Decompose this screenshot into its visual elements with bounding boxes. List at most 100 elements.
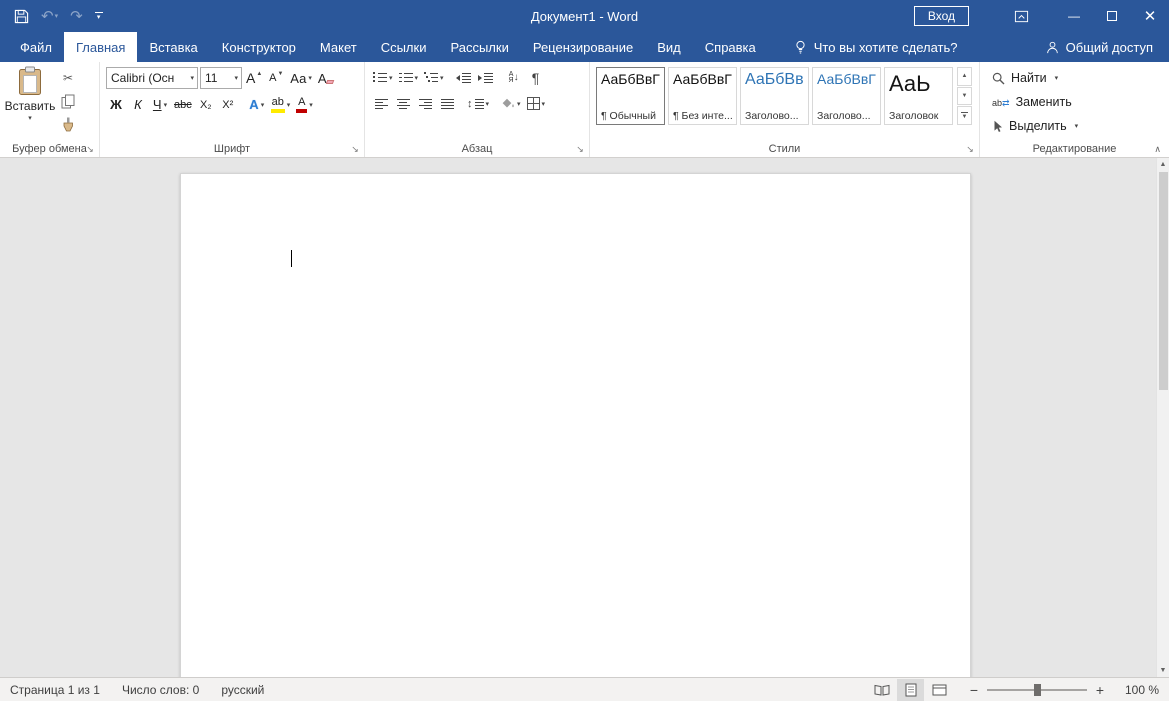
- justify-button[interactable]: [437, 93, 457, 114]
- font-name-input[interactable]: [111, 71, 188, 85]
- clipboard-dialog-launcher[interactable]: ↘: [84, 143, 96, 155]
- highlight-color-bar: [271, 109, 285, 113]
- zoom-slider-thumb[interactable]: [1034, 684, 1041, 696]
- superscript-button[interactable]: Х²: [218, 94, 238, 115]
- styles-group-label: Стили: [590, 143, 979, 155]
- select-button[interactable]: Выделить ▾: [992, 116, 1167, 136]
- read-mode-button[interactable]: [868, 679, 895, 701]
- style-normal[interactable]: АаБбВвГг, ¶ Обычный: [596, 67, 665, 125]
- italic-button[interactable]: К: [128, 94, 148, 115]
- zoom-out-button[interactable]: −: [965, 680, 983, 700]
- styles-scroll-down-button[interactable]: ▼: [957, 87, 972, 106]
- print-layout-button[interactable]: [897, 679, 924, 701]
- tab-mailings[interactable]: Рассылки: [438, 32, 520, 62]
- tab-file[interactable]: Файл: [8, 32, 64, 62]
- tell-me-box[interactable]: Что вы хотите сделать?: [782, 32, 970, 62]
- style-heading2[interactable]: АаБбВвГ Заголово...: [812, 67, 881, 125]
- font-size-combo[interactable]: ▾: [200, 67, 242, 89]
- replace-button[interactable]: ab⇄ Заменить: [992, 92, 1167, 112]
- share-button[interactable]: Общий доступ: [1030, 32, 1169, 62]
- customize-quick-access-button[interactable]: ▾: [95, 12, 103, 20]
- clear-formatting-button[interactable]: А: [316, 68, 337, 89]
- scroll-down-arrow[interactable]: ▼: [1157, 667, 1169, 674]
- style-title[interactable]: АаЬ Заголовок: [884, 67, 953, 125]
- word-count-status[interactable]: Число слов: 0: [122, 683, 199, 697]
- font-name-combo[interactable]: ▾: [106, 67, 198, 89]
- tab-help[interactable]: Справка: [693, 32, 768, 62]
- lightbulb-icon: [794, 40, 807, 54]
- zoom-slider[interactable]: [987, 689, 1087, 691]
- multilevel-list-button[interactable]: ▾: [422, 67, 446, 88]
- ribbon-display-options-button[interactable]: [1003, 0, 1039, 32]
- line-spacing-button[interactable]: ↕▾: [465, 93, 491, 114]
- vertical-scrollbar[interactable]: ▲ ▼: [1156, 158, 1169, 677]
- strikethrough-button[interactable]: abc: [172, 94, 194, 115]
- bullets-button[interactable]: ▾: [371, 67, 395, 88]
- styles-scroll-up-button[interactable]: ▲: [957, 67, 972, 86]
- decrease-indent-button[interactable]: [454, 67, 474, 88]
- scroll-up-arrow[interactable]: ▲: [1157, 161, 1169, 168]
- style-preview: АаБбВвГ: [817, 71, 876, 87]
- style-heading1[interactable]: АаБбВв Заголово...: [740, 67, 809, 125]
- align-right-button[interactable]: [415, 93, 435, 114]
- bold-button[interactable]: Ж: [106, 94, 126, 115]
- numbering-button[interactable]: ▾: [397, 67, 421, 88]
- save-button[interactable]: [14, 9, 29, 24]
- underline-button[interactable]: Ч▾: [150, 94, 170, 115]
- format-painter-button[interactable]: [56, 114, 80, 134]
- text-effects-button[interactable]: А▾: [247, 94, 267, 115]
- font-size-input[interactable]: [205, 71, 232, 85]
- grow-font-button[interactable]: А▲: [244, 68, 264, 89]
- bullets-icon: [373, 72, 387, 83]
- maximize-button[interactable]: [1093, 0, 1131, 32]
- change-case-button[interactable]: Аа▾: [288, 68, 314, 89]
- close-icon: ✕: [1144, 7, 1157, 25]
- document-page[interactable]: [180, 173, 971, 677]
- styles-gallery-more-button[interactable]: ▼: [957, 106, 972, 125]
- minimize-button[interactable]: —: [1055, 0, 1093, 32]
- sign-in-button[interactable]: Вход: [914, 6, 969, 26]
- styles-dialog-launcher[interactable]: ↘: [964, 143, 976, 155]
- zoom-in-button[interactable]: +: [1091, 680, 1109, 700]
- cursor-arrow-icon: [992, 120, 1003, 133]
- redo-button[interactable]: ↷: [70, 9, 83, 24]
- align-left-button[interactable]: [371, 93, 391, 114]
- document-area: ▲ ▼: [0, 158, 1169, 677]
- show-formatting-marks-button[interactable]: ¶: [526, 67, 546, 88]
- scrollbar-thumb[interactable]: [1159, 172, 1168, 390]
- tab-insert[interactable]: Вставка: [137, 32, 209, 62]
- ribbon-tab-row: Файл Главная Вставка Конструктор Макет С…: [0, 32, 1169, 62]
- increase-indent-button[interactable]: [476, 67, 496, 88]
- font-color-button[interactable]: А▾: [294, 94, 315, 115]
- copy-button[interactable]: [56, 91, 80, 111]
- align-center-button[interactable]: [393, 93, 413, 114]
- tab-view[interactable]: Вид: [645, 32, 693, 62]
- tab-layout[interactable]: Макет: [308, 32, 369, 62]
- undo-button[interactable]: ↶▾: [41, 9, 58, 24]
- tab-home[interactable]: Главная: [64, 32, 137, 62]
- close-button[interactable]: ✕: [1131, 0, 1169, 32]
- highlight-label: ab: [272, 97, 284, 108]
- web-layout-button[interactable]: [926, 679, 953, 701]
- style-no-spacing[interactable]: АаБбВвГг, ¶ Без инте...: [668, 67, 737, 125]
- paste-button[interactable]: Вставить ▾: [6, 66, 54, 134]
- font-group-label: Шрифт: [100, 143, 364, 155]
- subscript-button[interactable]: Х₂: [196, 94, 216, 115]
- borders-button[interactable]: ▾: [525, 93, 548, 114]
- page-number-status[interactable]: Страница 1 из 1: [10, 683, 100, 697]
- cut-button[interactable]: ✂: [56, 68, 80, 88]
- find-button[interactable]: Найти ▾: [992, 68, 1167, 88]
- shrink-font-button[interactable]: А▼: [266, 68, 286, 89]
- font-dialog-launcher[interactable]: ↘: [349, 143, 361, 155]
- highlight-button[interactable]: ab▾: [269, 94, 293, 115]
- shading-button[interactable]: ▾: [499, 93, 523, 114]
- tab-references[interactable]: Ссылки: [369, 32, 439, 62]
- sort-button[interactable]: АЯ↓: [504, 67, 524, 88]
- collapse-ribbon-button[interactable]: ∧: [1154, 144, 1161, 155]
- ribbon: Вставить ▾ ✂ Буфер обмена ↘: [0, 62, 1169, 158]
- tab-design[interactable]: Конструктор: [210, 32, 308, 62]
- paragraph-dialog-launcher[interactable]: ↘: [574, 143, 586, 155]
- language-status[interactable]: русский: [221, 683, 264, 697]
- zoom-level[interactable]: 100 %: [1115, 683, 1159, 697]
- tab-review[interactable]: Рецензирование: [521, 32, 645, 62]
